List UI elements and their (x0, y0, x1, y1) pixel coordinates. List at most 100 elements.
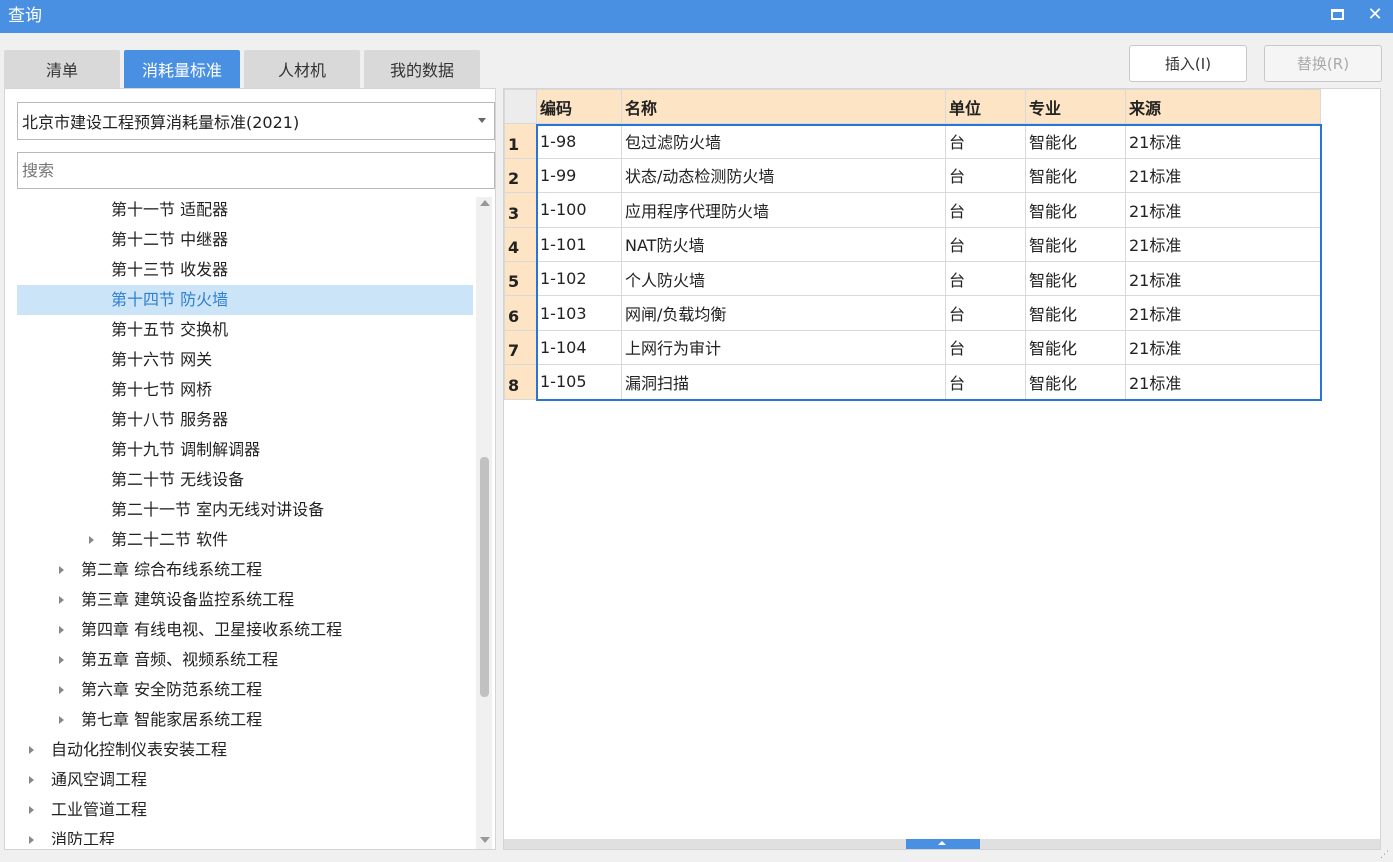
cell-name[interactable]: 个人防火墙 (621, 260, 946, 297)
chevron-right-icon[interactable] (59, 686, 64, 694)
resize-grip-icon[interactable]: ⋰ (1380, 850, 1392, 862)
tree-item[interactable]: 自动化控制仪表安装工程 (17, 735, 473, 765)
tab-consumption-standard[interactable]: 消耗量标准 (124, 50, 240, 88)
chevron-right-icon[interactable] (29, 746, 34, 754)
cell-code[interactable]: 1-105 (536, 364, 622, 400)
tab-labor-material-machine[interactable]: 人材机 (244, 50, 360, 88)
tree-item[interactable]: 第十九节 调制解调器 (17, 435, 473, 465)
cell-code[interactable]: 1-104 (536, 329, 622, 366)
tree-item[interactable]: 第十六节 网关 (17, 345, 473, 375)
cell-name[interactable]: NAT防火墙 (621, 226, 946, 262)
chevron-right-icon[interactable] (89, 536, 94, 544)
cell-major[interactable]: 智能化 (1025, 329, 1126, 366)
chevron-right-icon[interactable] (29, 776, 34, 784)
table-row[interactable]: 5 1-102 个人防火墙台智能化 21标准 (504, 260, 1321, 297)
tree-item[interactable]: 通风空调工程 (17, 765, 473, 795)
tree-item[interactable]: 第六章 安全防范系统工程 (17, 675, 473, 705)
tree-item[interactable]: 工业管道工程 (17, 795, 473, 825)
cell-major[interactable]: 智能化 (1025, 226, 1126, 262)
horizontal-scrollbar[interactable] (504, 839, 1380, 849)
chevron-right-icon[interactable] (59, 716, 64, 724)
column-header-code[interactable]: 编码 (536, 88, 622, 125)
cell-source[interactable]: 21标准 (1125, 364, 1321, 400)
tree-item[interactable]: 第二十节 无线设备 (17, 465, 473, 495)
column-header-source[interactable]: 来源 (1125, 88, 1321, 125)
cell-name[interactable]: 应用程序代理防火墙 (621, 192, 946, 228)
table-row[interactable]: 7 1-104 上网行为审计台智能化 21标准 (504, 329, 1321, 366)
table-row[interactable]: 6 1-103 网闸/负载均衡台智能化 21标准 (504, 295, 1321, 331)
tree-item[interactable]: 第二章 综合布线系统工程 (17, 555, 473, 585)
table-row[interactable]: 2 1-99 状态/动态检测防火墙台智能化 21标准 (504, 157, 1321, 194)
table-row[interactable]: 4 1-101 NAT防火墙台智能化 21标准 (504, 226, 1321, 262)
tree-item[interactable]: 消防工程 (17, 825, 473, 845)
cell-code[interactable]: 1-100 (536, 192, 622, 228)
tree-item[interactable]: 第四章 有线电视、卫星接收系统工程 (17, 615, 473, 645)
tree-item[interactable]: 第十七节 网桥 (17, 375, 473, 405)
column-header-unit[interactable]: 单位 (945, 88, 1026, 125)
tree-item[interactable]: 第二十二节 软件 (17, 525, 473, 555)
cell-name[interactable]: 包过滤防火墙 (621, 123, 946, 159)
cell-name[interactable]: 漏洞扫描 (621, 364, 946, 400)
cell-name[interactable]: 上网行为审计 (621, 329, 946, 366)
cell-source[interactable]: 21标准 (1125, 157, 1321, 194)
cell-unit[interactable]: 台 (945, 226, 1026, 262)
cell-major[interactable]: 智能化 (1025, 192, 1126, 228)
cell-unit[interactable]: 台 (945, 260, 1026, 297)
chevron-right-icon[interactable] (59, 656, 64, 664)
tree-item[interactable]: 第十二节 中继器 (17, 225, 473, 255)
table-row[interactable]: 8 1-105 漏洞扫描台智能化 21标准 (504, 364, 1321, 400)
cell-unit[interactable]: 台 (945, 295, 1026, 331)
cell-unit[interactable]: 台 (945, 364, 1026, 400)
tree-item[interactable]: 第十四节 防火墙 (17, 285, 473, 315)
tree-item[interactable]: 第十八节 服务器 (17, 405, 473, 435)
cell-unit[interactable]: 台 (945, 329, 1026, 366)
tree-item[interactable]: 第十五节 交换机 (17, 315, 473, 345)
cell-major[interactable]: 智能化 (1025, 364, 1126, 400)
cell-source[interactable]: 21标准 (1125, 260, 1321, 297)
chevron-right-icon[interactable] (29, 806, 34, 814)
cell-major[interactable]: 智能化 (1025, 295, 1126, 331)
search-input[interactable] (17, 152, 495, 189)
tree-item[interactable]: 第七章 智能家居系统工程 (17, 705, 473, 735)
tab-bill[interactable]: 清单 (4, 50, 120, 88)
splitter-handle[interactable] (906, 839, 980, 849)
cell-major[interactable]: 智能化 (1025, 260, 1126, 297)
column-header-name[interactable]: 名称 (621, 88, 946, 125)
cell-source[interactable]: 21标准 (1125, 295, 1321, 331)
cell-name[interactable]: 状态/动态检测防火墙 (621, 157, 946, 194)
cell-code[interactable]: 1-102 (536, 260, 622, 297)
scrollbar-thumb[interactable] (480, 457, 489, 697)
tree-item[interactable]: 第十三节 收发器 (17, 255, 473, 285)
tab-my-data[interactable]: 我的数据 (364, 50, 480, 88)
chevron-right-icon[interactable] (59, 596, 64, 604)
cell-unit[interactable]: 台 (945, 123, 1026, 159)
table-row[interactable]: 3 1-100 应用程序代理防火墙台智能化 21标准 (504, 192, 1321, 228)
tree-item[interactable]: 第五章 音频、视频系统工程 (17, 645, 473, 675)
cell-code[interactable]: 1-103 (536, 295, 622, 331)
cell-source[interactable]: 21标准 (1125, 123, 1321, 159)
tree-item[interactable]: 第三章 建筑设备监控系统工程 (17, 585, 473, 615)
column-header-major[interactable]: 专业 (1025, 88, 1126, 125)
cell-code[interactable]: 1-98 (536, 123, 622, 159)
replace-button[interactable]: 替换(R) (1264, 45, 1382, 82)
chevron-right-icon[interactable] (59, 626, 64, 634)
cell-major[interactable]: 智能化 (1025, 157, 1126, 194)
cell-code[interactable]: 1-99 (536, 157, 622, 194)
scroll-up-icon[interactable] (480, 200, 490, 206)
close-icon[interactable]: ✕ (1360, 0, 1390, 28)
cell-source[interactable]: 21标准 (1125, 192, 1321, 228)
maximize-icon[interactable] (1322, 0, 1352, 28)
table-row[interactable]: 1 1-98 包过滤防火墙台智能化 21标准 (504, 123, 1321, 159)
tree-item[interactable]: 第十一节 适配器 (17, 195, 473, 225)
standard-select[interactable]: 北京市建设工程预算消耗量标准(2021) (17, 102, 495, 140)
chevron-right-icon[interactable] (59, 566, 64, 574)
cell-unit[interactable]: 台 (945, 157, 1026, 194)
cell-code[interactable]: 1-101 (536, 226, 622, 262)
cell-source[interactable]: 21标准 (1125, 329, 1321, 366)
insert-button[interactable]: 插入(I) (1129, 45, 1247, 82)
chevron-right-icon[interactable] (29, 836, 34, 844)
scroll-down-icon[interactable] (480, 837, 490, 843)
cell-source[interactable]: 21标准 (1125, 226, 1321, 262)
tree-scrollbar[interactable] (476, 197, 492, 849)
cell-major[interactable]: 智能化 (1025, 123, 1126, 159)
